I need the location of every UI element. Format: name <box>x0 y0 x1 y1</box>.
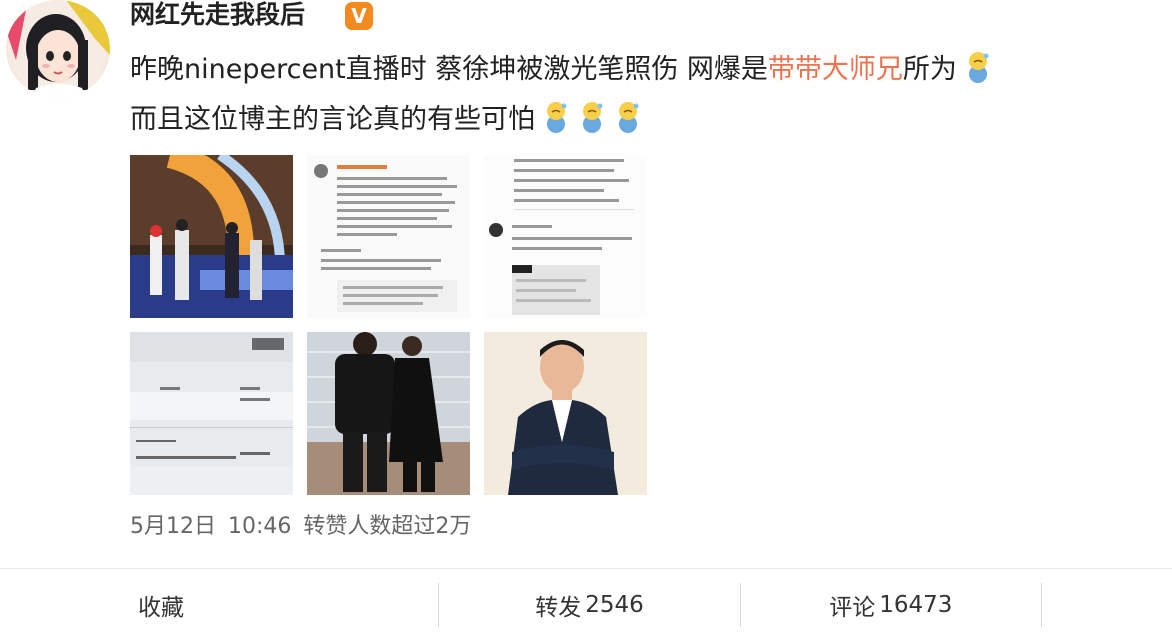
username[interactable]: 网红先走我段后 <box>130 0 305 30</box>
post-image-two-people[interactable] <box>307 332 470 495</box>
post-image-portrait[interactable] <box>484 332 647 495</box>
mention-link[interactable]: 带带大师兄 <box>768 54 903 85</box>
repost-button[interactable]: 转发 2546 <box>439 569 739 640</box>
post-text: 昨晚ninepercent直播时 蔡徐坤被激光笔照伤 网爆是 <box>130 54 768 85</box>
post-image-screen-photo[interactable] <box>130 332 293 495</box>
comment-label: 评论 <box>829 594 876 621</box>
post-text-line1: 昨晚ninepercent直播时 蔡徐坤被激光笔照伤 网爆是带带大师兄所为 <box>130 50 993 88</box>
sweat-emoji-icon <box>583 102 603 133</box>
post-image-screenshot-2[interactable] <box>484 155 647 318</box>
sweat-emoji-icon <box>968 52 989 83</box>
post-text: 而且这位博主的言论真的有些可怕 <box>130 104 535 135</box>
post-image-stage[interactable] <box>130 155 293 318</box>
favorite-label: 收藏 <box>138 594 184 621</box>
post-text-line2: 而且这位博主的言论真的有些可怕 <box>130 100 643 138</box>
post-image-screenshot-1[interactable] <box>307 155 470 318</box>
like-button[interactable] <box>1042 569 1172 640</box>
post-text: 所为 <box>902 54 957 85</box>
repost-note: 转赞人数超过2万 <box>303 514 472 539</box>
sweat-emoji-icon <box>547 102 567 133</box>
post-date[interactable]: 5月12日 <box>130 514 216 539</box>
avatar[interactable] <box>6 0 110 98</box>
post-time: 10:46 <box>228 514 292 539</box>
favorite-button[interactable]: 收藏 <box>0 569 438 640</box>
sweat-emoji-icon <box>619 102 639 133</box>
verified-badge-icon: V <box>345 2 373 30</box>
comment-count: 16473 <box>879 591 953 618</box>
action-bar: 收藏 转发 2546 评论 16473 <box>0 569 1172 640</box>
post-meta: 5月12日 10:46 转赞人数超过2万 <box>130 512 483 542</box>
comment-button[interactable]: 评论 16473 <box>741 569 1041 640</box>
repost-count: 2546 <box>585 591 644 618</box>
repost-label: 转发 <box>535 594 582 621</box>
